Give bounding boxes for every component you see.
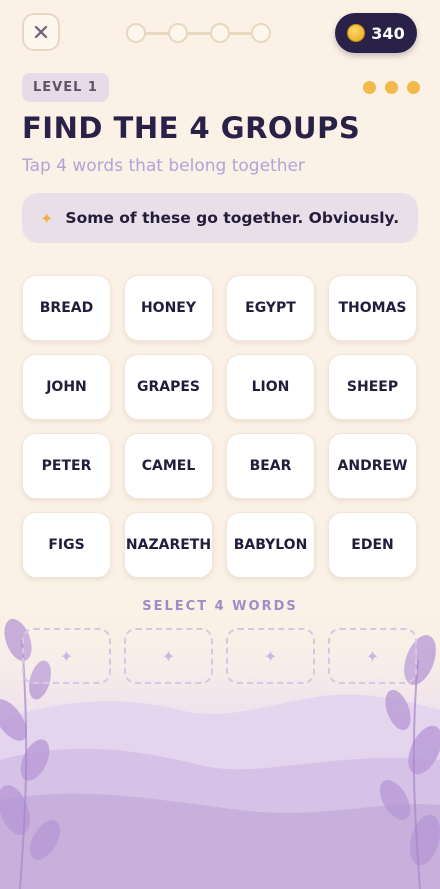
level-badge: LEVEL 1 bbox=[22, 73, 109, 102]
word-tile[interactable]: BABYLON bbox=[226, 512, 315, 578]
life-dot bbox=[385, 81, 398, 94]
word-tile[interactable]: EGYPT bbox=[226, 275, 315, 341]
word-tile[interactable]: HONEY bbox=[124, 275, 213, 341]
selection-slot[interactable]: ✦ bbox=[226, 628, 315, 684]
word-tile[interactable]: BEAR bbox=[226, 433, 315, 499]
coin-balance[interactable]: 340 bbox=[335, 13, 417, 53]
selection-slot[interactable]: ✦ bbox=[328, 628, 417, 684]
word-tile[interactable]: NAZARETH bbox=[124, 512, 213, 578]
progress-step-4 bbox=[251, 23, 271, 43]
word-tile[interactable]: SHEEP bbox=[328, 354, 417, 420]
coin-count: 340 bbox=[371, 23, 405, 43]
sparkle-icon: ✦ bbox=[263, 646, 278, 666]
selection-slots: ✦ ✦ ✦ ✦ bbox=[22, 628, 418, 684]
progress-track bbox=[134, 32, 264, 35]
life-dot bbox=[363, 81, 376, 94]
word-tile[interactable]: THOMAS bbox=[328, 275, 417, 341]
progress-step-3 bbox=[210, 23, 230, 43]
top-bar: 340 bbox=[0, 0, 440, 66]
page-subtitle: Tap 4 words that belong together bbox=[22, 156, 305, 176]
sparkle-icon: ✦ bbox=[40, 208, 54, 228]
word-tile[interactable]: LION bbox=[226, 354, 315, 420]
selection-slot[interactable]: ✦ bbox=[22, 628, 111, 684]
word-grid: BREAD HONEY EGYPT THOMAS JOHN GRAPES LIO… bbox=[22, 275, 418, 578]
page-title: FIND THE 4 GROUPS bbox=[22, 111, 361, 145]
progress-steps bbox=[126, 23, 272, 43]
selection-slot[interactable]: ✦ bbox=[124, 628, 213, 684]
word-tile[interactable]: CAMEL bbox=[124, 433, 213, 499]
progress-step-2 bbox=[168, 23, 188, 43]
hint-banner: ✦ Some of these go together. Obviously. bbox=[22, 193, 418, 243]
close-icon bbox=[34, 25, 48, 39]
word-tile[interactable]: JOHN bbox=[22, 354, 111, 420]
sparkle-icon: ✦ bbox=[59, 646, 74, 666]
word-tile[interactable]: EDEN bbox=[328, 512, 417, 578]
sparkle-icon: ✦ bbox=[161, 646, 176, 666]
lives-indicator bbox=[363, 81, 420, 94]
word-tile[interactable]: BREAD bbox=[22, 275, 111, 341]
select-instruction: SELECT 4 WORDS bbox=[142, 599, 298, 614]
sparkle-icon: ✦ bbox=[365, 646, 380, 666]
progress-step-1 bbox=[126, 23, 146, 43]
word-tile[interactable]: PETER bbox=[22, 433, 111, 499]
word-tile[interactable]: ANDREW bbox=[328, 433, 417, 499]
life-dot bbox=[407, 81, 420, 94]
hint-text: Some of these go together. Obviously. bbox=[65, 209, 400, 227]
coin-icon bbox=[347, 24, 366, 42]
word-tile[interactable]: GRAPES bbox=[124, 354, 213, 420]
close-button[interactable] bbox=[22, 13, 60, 51]
word-tile[interactable]: FIGS bbox=[22, 512, 111, 578]
